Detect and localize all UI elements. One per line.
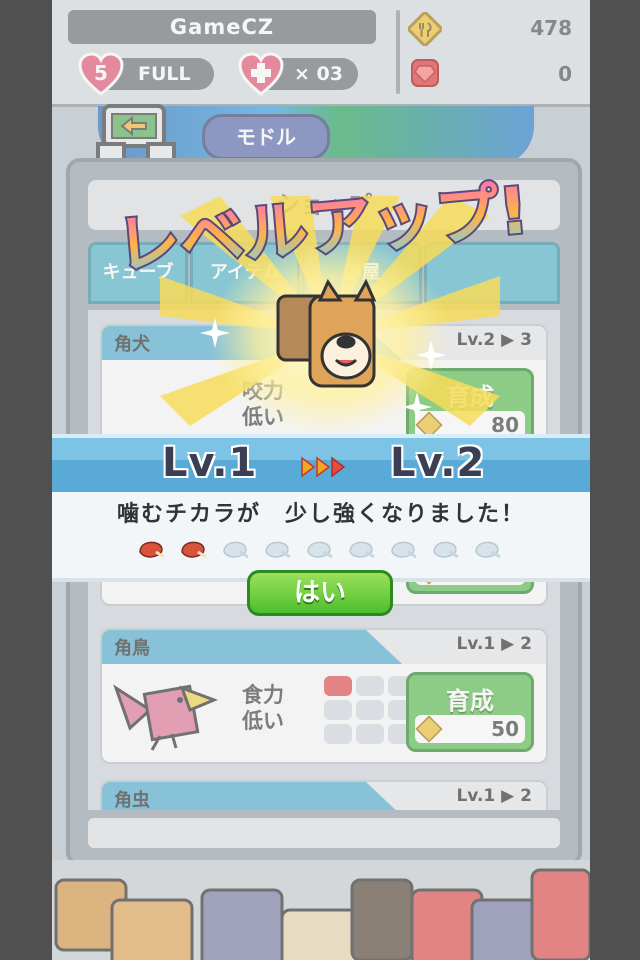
meat-empty-icon [223,541,249,559]
meat-empty-icon [433,541,459,559]
power-gauge [136,538,516,566]
meat-empty-icon [391,541,417,559]
meat-empty-icon [475,541,501,559]
meat-filled-icon [181,541,207,559]
game-screen: GameCZ 5 FULL × 03 478 0 モドル ショップ キューブ 角… [0,0,640,960]
meat-empty-icon [349,541,375,559]
level-up-banner: Lv.1 Lv.2 噛むチカラが 少し強くなりました！ [52,434,590,582]
meat-empty-icon [307,541,333,559]
level-up-title-text: レベルアップ! [113,174,531,284]
level-up-message: 噛むチカラが 少し強くなりました！ [116,502,525,527]
meat-filled-icon [139,541,165,559]
sparkle-icon [416,340,446,370]
ok-button[interactable]: はい [247,570,393,616]
level-to: Lv.2 [390,440,486,486]
sparkle-icon [402,392,432,422]
level-from: Lv.1 [162,440,258,486]
meat-empty-icon [265,541,291,559]
triple-arrow-icon [301,456,346,478]
sparkle-icon [200,318,230,348]
level-up-title: レベルアップ! [112,172,532,286]
